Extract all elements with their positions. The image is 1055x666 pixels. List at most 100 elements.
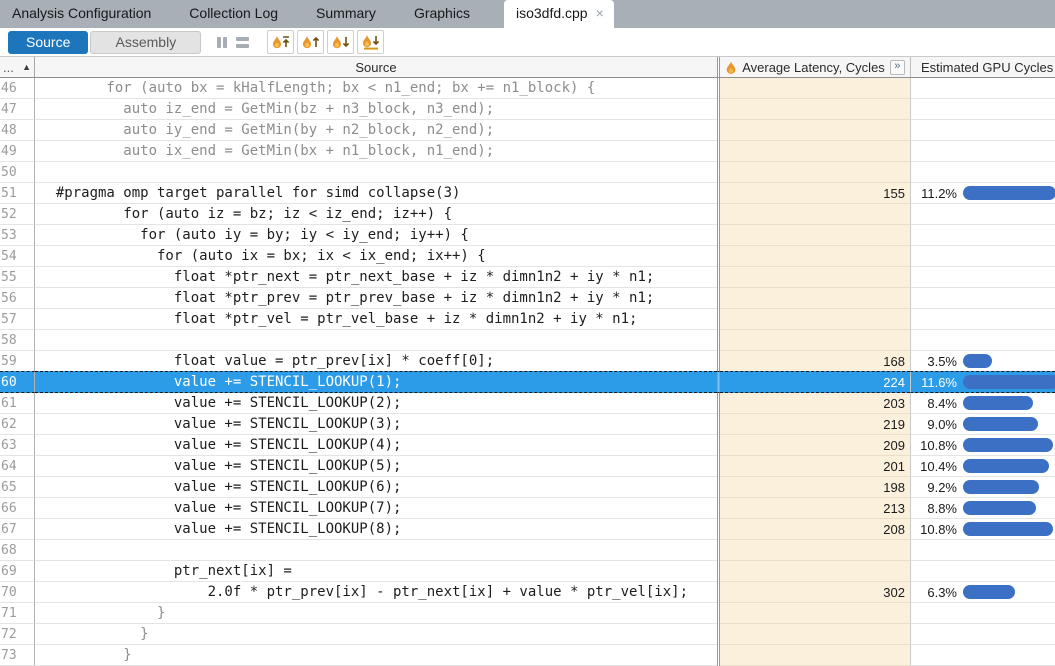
- gpu-cycles-cell: 10.8%: [910, 435, 1055, 456]
- gpu-cycles-percent: 6.3%: [911, 585, 957, 600]
- latency-value: 213: [720, 498, 910, 519]
- latency-value: 302: [720, 582, 910, 603]
- line-number: 61: [0, 393, 35, 414]
- latency-value: [720, 288, 910, 309]
- source-line-row[interactable]: 60 value += STENCIL_LOOKUP(1); 224 11.6%: [0, 371, 1055, 393]
- source-line-row[interactable]: 65 value += STENCIL_LOOKUP(6); 198 9.2%: [0, 477, 1055, 498]
- line-column-header[interactable]: ... ▲: [0, 57, 35, 77]
- source-line-row[interactable]: 61 value += STENCIL_LOOKUP(2); 203 8.4%: [0, 393, 1055, 414]
- source-line-row[interactable]: 56 float *ptr_prev = ptr_prev_base + iz …: [0, 288, 1055, 309]
- source-line-row[interactable]: 71 }: [0, 603, 1055, 624]
- line-number: 62: [0, 414, 35, 435]
- latency-value: [720, 141, 910, 162]
- gpu-cycles-cell: [910, 120, 1055, 141]
- gpu-cycles-cell: [910, 204, 1055, 225]
- source-line-row[interactable]: 66 value += STENCIL_LOOKUP(7); 213 8.8%: [0, 498, 1055, 519]
- latency-value: [720, 99, 910, 120]
- source-line-row[interactable]: 58: [0, 330, 1055, 351]
- gpu-cycles-cell: [910, 603, 1055, 624]
- coolest-last-icon[interactable]: [357, 30, 384, 54]
- gpu-cycles-cell: [910, 540, 1055, 561]
- latency-value: 168: [720, 351, 910, 372]
- gpu-cycles-percent: 10.8%: [911, 438, 957, 453]
- source-line-row[interactable]: 47 auto iz_end = GetMin(bz + n3_block, n…: [0, 99, 1055, 120]
- source-line-row[interactable]: 55 float *ptr_next = ptr_next_base + iz …: [0, 267, 1055, 288]
- panes-rows-icon[interactable]: [236, 34, 249, 51]
- source-line-row[interactable]: 70 2.0f * ptr_prev[ix] - ptr_next[ix] + …: [0, 582, 1055, 603]
- source-line-row[interactable]: 62 value += STENCIL_LOOKUP(3); 219 9.0%: [0, 414, 1055, 435]
- source-view-toolbar: Source Assembly: [0, 28, 1055, 57]
- gpu-cycles-column-header[interactable]: Estimated GPU Cycles: [910, 57, 1055, 77]
- source-line-row[interactable]: 49 auto ix_end = GetMin(bx + n1_block, n…: [0, 141, 1055, 162]
- source-code: for (auto bx = kHalfLength; bx < n1_end;…: [35, 78, 717, 99]
- source-code: }: [35, 624, 717, 645]
- close-tab-icon[interactable]: ×: [596, 5, 604, 21]
- tab-analysis-configuration[interactable]: Analysis Configuration: [8, 0, 155, 28]
- panes-columns-icon[interactable]: [217, 37, 227, 48]
- source-code: float *ptr_vel = ptr_vel_base + iz * dim…: [35, 309, 717, 330]
- gpu-cycles-cell: [910, 78, 1055, 99]
- gpu-cycles-bar: [963, 459, 1049, 473]
- line-number: 53: [0, 225, 35, 246]
- gpu-cycles-cell: [910, 162, 1055, 183]
- gpu-cycles-cell: 9.2%: [910, 477, 1055, 498]
- source-line-row[interactable]: 57 float *ptr_vel = ptr_vel_base + iz * …: [0, 309, 1055, 330]
- source-column-header[interactable]: Source: [35, 57, 717, 77]
- expand-column-icon[interactable]: »: [890, 60, 905, 75]
- gpu-cycles-cell: [910, 288, 1055, 309]
- line-number: 65: [0, 477, 35, 498]
- line-number: 47: [0, 99, 35, 120]
- assembly-toggle-button[interactable]: Assembly: [90, 31, 201, 54]
- source-code: for (auto ix = bx; ix < ix_end; ix++) {: [35, 246, 717, 267]
- tab-summary[interactable]: Summary: [312, 0, 380, 28]
- gpu-cycles-cell: [910, 99, 1055, 120]
- source-line-row[interactable]: 50: [0, 162, 1055, 183]
- latency-column-header[interactable]: Average Latency, Cycles »: [720, 57, 910, 77]
- source-code: value += STENCIL_LOOKUP(4);: [35, 435, 717, 456]
- source-line-row[interactable]: 59 float value = ptr_prev[ix] * coeff[0]…: [0, 351, 1055, 372]
- latency-value: [720, 225, 910, 246]
- source-line-row[interactable]: 64 value += STENCIL_LOOKUP(5); 201 10.4%: [0, 456, 1055, 477]
- source-code: [35, 162, 717, 183]
- source-line-row[interactable]: 53 for (auto iy = by; iy < iy_end; iy++)…: [0, 225, 1055, 246]
- line-number: 49: [0, 141, 35, 162]
- line-number: 58: [0, 330, 35, 351]
- source-toggle-button[interactable]: Source: [8, 31, 88, 54]
- source-line-row[interactable]: 72 }: [0, 624, 1055, 645]
- cooler-next-icon[interactable]: [327, 30, 354, 54]
- gpu-cycles-cell: [910, 267, 1055, 288]
- line-number: 54: [0, 246, 35, 267]
- tab-graphics[interactable]: Graphics: [410, 0, 474, 28]
- source-line-row[interactable]: 52 for (auto iz = bz; iz < iz_end; iz++)…: [0, 204, 1055, 225]
- gpu-cycles-cell: 8.4%: [910, 393, 1055, 414]
- source-code: value += STENCIL_LOOKUP(8);: [35, 519, 717, 540]
- line-number: 50: [0, 162, 35, 183]
- hotter-prev-icon[interactable]: [297, 30, 324, 54]
- gpu-cycles-cell: [910, 309, 1055, 330]
- source-line-row[interactable]: 63 value += STENCIL_LOOKUP(4); 209 10.8%: [0, 435, 1055, 456]
- source-line-row[interactable]: 48 auto iy_end = GetMin(by + n2_block, n…: [0, 120, 1055, 141]
- line-number: 59: [0, 351, 35, 372]
- gpu-cycles-cell: 9.0%: [910, 414, 1055, 435]
- source-line-row[interactable]: 69 ptr_next[ix] =: [0, 561, 1055, 582]
- source-code: value += STENCIL_LOOKUP(5);: [35, 456, 717, 477]
- source-line-row[interactable]: 46 for (auto bx = kHalfLength; bx < n1_e…: [0, 78, 1055, 99]
- source-line-row[interactable]: 73 }: [0, 645, 1055, 666]
- source-code: value += STENCIL_LOOKUP(6);: [35, 477, 717, 498]
- source-line-row[interactable]: 67 value += STENCIL_LOOKUP(8); 208 10.8%: [0, 519, 1055, 540]
- source-code: }: [35, 603, 717, 624]
- gpu-cycles-column-header-label: Estimated GPU Cycles: [921, 60, 1053, 75]
- tab-collection-log[interactable]: Collection Log: [185, 0, 282, 28]
- source-line-row[interactable]: 68: [0, 540, 1055, 561]
- source-line-row[interactable]: 51 #pragma omp target parallel for simd …: [0, 183, 1055, 204]
- gpu-cycles-cell: [910, 624, 1055, 645]
- gpu-cycles-cell: [910, 561, 1055, 582]
- hottest-first-icon[interactable]: [267, 30, 294, 54]
- latency-value: [720, 330, 910, 351]
- source-table-body: 46 for (auto bx = kHalfLength; bx < n1_e…: [0, 78, 1055, 666]
- latency-value: [720, 246, 910, 267]
- line-number: 55: [0, 267, 35, 288]
- line-number: 46: [0, 78, 35, 99]
- source-line-row[interactable]: 54 for (auto ix = bx; ix < ix_end; ix++)…: [0, 246, 1055, 267]
- tab-source-file[interactable]: iso3dfd.cpp×: [504, 0, 614, 28]
